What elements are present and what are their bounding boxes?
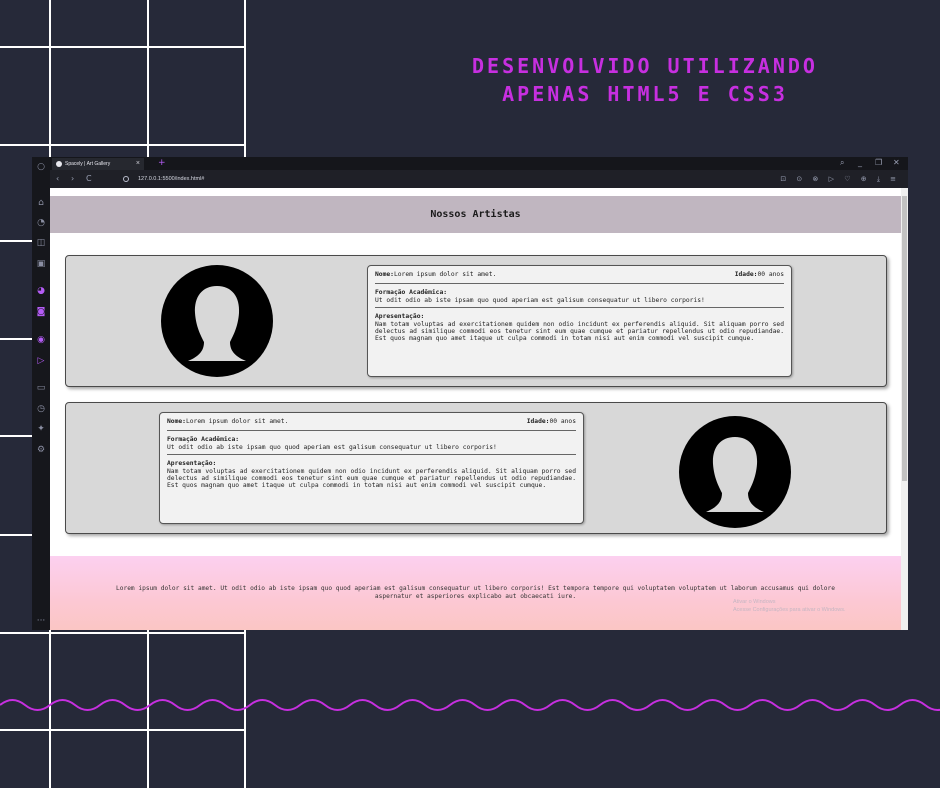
- url-field[interactable]: 127.0.0.1:5500/index.html#: [138, 173, 204, 185]
- watermark-line-2: Acesse Configurações para ativar o Windo…: [733, 607, 846, 613]
- artist-info-box: Nome:Lorem ipsum dolor sit amet. Idade:0…: [367, 265, 792, 377]
- artist-card: Nome:Lorem ipsum dolor sit amet. Idade:0…: [65, 255, 887, 387]
- poster-grid-line: [147, 0, 149, 160]
- apresentacao-text: Nam totam voluptas ad exercitationem qui…: [375, 321, 784, 342]
- instagram-icon[interactable]: ◙: [35, 306, 47, 318]
- back-button[interactable]: ‹: [56, 173, 59, 185]
- poster-grid-line: [0, 534, 32, 536]
- poster-headline: DESENVOLVIDO UTILIZANDO APENAS HTML5 E C…: [400, 52, 890, 108]
- settings-icon[interactable]: ⚙: [35, 444, 47, 456]
- divider: [375, 283, 784, 284]
- formacao-label: Formação Acadêmica:: [167, 436, 240, 443]
- artist-card: Nome:Lorem ipsum dolor sit amet. Idade:0…: [65, 402, 887, 534]
- forward-button[interactable]: ›: [71, 173, 74, 185]
- tab-spacely[interactable]: Spacely | Art Gallery ×: [52, 158, 144, 170]
- tv-icon[interactable]: ▣: [35, 258, 47, 270]
- artist-age: 00 anos: [549, 418, 576, 425]
- page-viewport: Nossos Artistas Nome:Lorem ipsum dolor s…: [50, 188, 901, 630]
- shopping-bag-icon[interactable]: ◫: [35, 237, 47, 249]
- extensions-icon[interactable]: ✦: [35, 423, 47, 435]
- restore-button[interactable]: ❐: [875, 157, 882, 169]
- divider: [167, 454, 576, 455]
- poster-grid-line: [0, 144, 246, 146]
- artist-age-row: Idade:00 anos: [735, 270, 784, 280]
- page-footer: Lorem ipsum dolor sit amet. Ut odit odio…: [50, 556, 901, 630]
- poster-grid-line: [0, 632, 246, 634]
- avatar-placeholder-icon: [161, 265, 273, 377]
- name-label: Nome:: [375, 271, 394, 278]
- music-player-icon[interactable]: ◉: [35, 334, 47, 346]
- artist-name: Lorem ipsum dolor sit amet.: [185, 418, 289, 425]
- more-icon[interactable]: ···: [35, 615, 47, 627]
- close-window-button[interactable]: ✕: [893, 157, 900, 169]
- age-label: Idade:: [526, 418, 550, 425]
- poster-grid-line: [0, 729, 246, 731]
- search-tabs-icon[interactable]: ⌕: [840, 157, 844, 169]
- close-tab-icon[interactable]: ×: [136, 158, 140, 170]
- name-label: Nome:: [167, 418, 186, 425]
- chat-icon[interactable]: ▭: [35, 382, 47, 394]
- browser-sidebar: ○ ⌂ ◔ ◫ ▣ ◕ ◙ ◉ ▷ ▭ ◷ ✦ ⚙ ···: [32, 157, 50, 630]
- artist-age: 00 anos: [757, 271, 784, 278]
- poster-grid-line: [0, 338, 32, 340]
- watermark-line-1: Ativar o Windows: [733, 599, 776, 605]
- toolbar-icons[interactable]: ⊡ ⊙ ⊗ ▷ ♡ ⊕ ⤓ ≡: [780, 173, 900, 185]
- tab-title: Spacely | Art Gallery: [65, 161, 111, 167]
- divider: [375, 307, 784, 308]
- speedometer-icon[interactable]: ◔: [35, 217, 47, 229]
- new-tab-button[interactable]: +: [158, 157, 166, 169]
- headline-line-2: APENAS HTML5 E CSS3: [502, 82, 788, 106]
- apresentacao-text: Nam totam voluptas ad exercitationem qui…: [167, 468, 576, 489]
- formacao-text: Ut odit odio ab iste ipsam quo quod aper…: [375, 297, 705, 304]
- headline-line-1: DESENVOLVIDO UTILIZANDO: [472, 54, 818, 78]
- formacao-text: Ut odit odio ab iste ipsam quo quod aper…: [167, 444, 497, 451]
- age-label: Idade:: [734, 271, 758, 278]
- browser-window: ○ ⌂ ◔ ◫ ▣ ◕ ◙ ◉ ▷ ▭ ◷ ✦ ⚙ ··· Spacely | …: [32, 157, 908, 630]
- artist-info-box: Nome:Lorem ipsum dolor sit amet. Idade:0…: [159, 412, 584, 524]
- poster-grid-line: [49, 0, 51, 160]
- poster-grid-line: [0, 435, 32, 437]
- apresentacao-label: Apresentação:: [375, 313, 425, 320]
- avatar-placeholder-icon: [679, 416, 791, 528]
- poster-grid-line: [0, 46, 246, 48]
- tab-bar: Spacely | Art Gallery × + ⌕ _ ❐ ✕: [50, 157, 908, 170]
- formacao-label: Formação Acadêmica:: [375, 289, 448, 296]
- page-scrollbar[interactable]: [901, 188, 908, 630]
- poster-grid-line: [244, 0, 246, 160]
- minimize-button[interactable]: _: [858, 157, 862, 169]
- decorative-wave: [0, 699, 940, 711]
- globe-icon: [56, 161, 62, 167]
- opera-icon[interactable]: ○: [35, 161, 47, 173]
- scrollbar-thumb[interactable]: [902, 196, 907, 481]
- windows-activation-watermark: Ativar o Windows Acesse Configurações pa…: [733, 598, 846, 614]
- history-icon[interactable]: ◷: [35, 403, 47, 415]
- apresentacao-label: Apresentação:: [167, 460, 217, 467]
- artist-name-row: Nome:Lorem ipsum dolor sit amet. Idade:0…: [167, 417, 576, 427]
- poster-grid-line: [0, 240, 32, 242]
- page-title: Nossos Artistas: [50, 196, 901, 233]
- messenger-icon[interactable]: ◕: [35, 285, 47, 297]
- divider: [167, 430, 576, 431]
- gamepad-icon[interactable]: ⌂: [35, 197, 47, 209]
- site-info-icon[interactable]: [123, 176, 129, 182]
- reload-button[interactable]: C: [86, 173, 92, 185]
- artist-age-row: Idade:00 anos: [527, 417, 576, 427]
- send-icon[interactable]: ▷: [35, 355, 47, 367]
- artist-name: Lorem ipsum dolor sit amet.: [393, 271, 497, 278]
- address-bar: ‹ › C 127.0.0.1:5500/index.html# ⊡ ⊙ ⊗ ▷…: [50, 170, 908, 188]
- artist-name-row: Nome:Lorem ipsum dolor sit amet. Idade:0…: [375, 270, 784, 280]
